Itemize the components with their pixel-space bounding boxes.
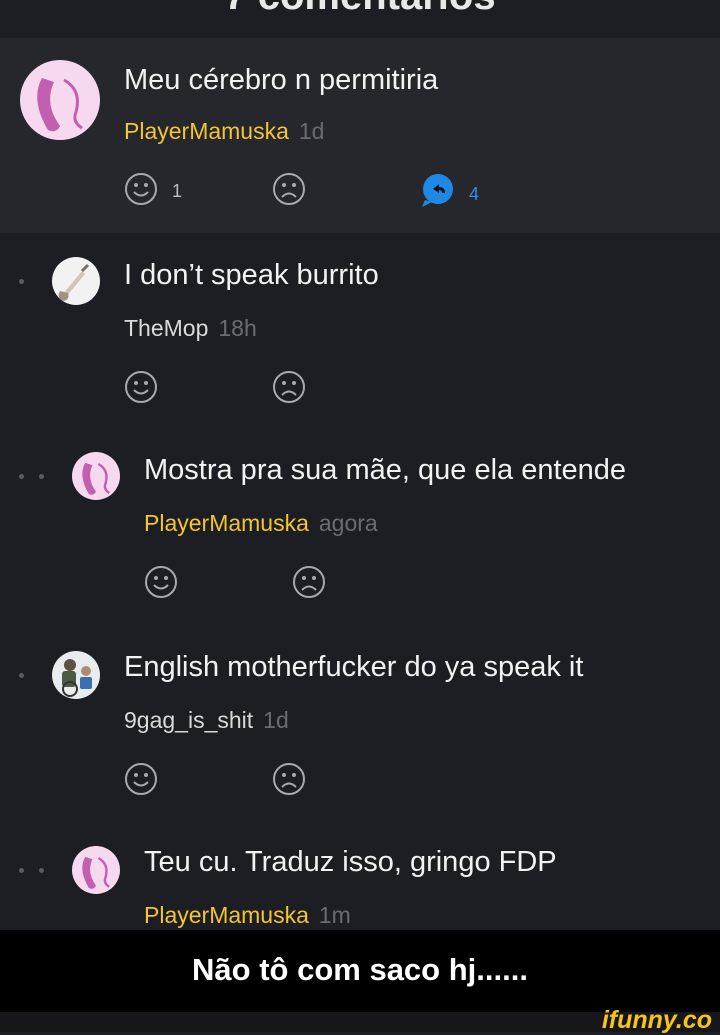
reply-icon[interactable] — [419, 173, 457, 209]
thread-dot — [39, 868, 44, 873]
thread-dot — [19, 474, 24, 479]
smile-icon[interactable] — [124, 762, 158, 796]
comment-author[interactable]: TheMop — [124, 315, 208, 341]
comment-time: 1m — [318, 902, 351, 928]
comment-author[interactable]: PlayerMamuska — [144, 902, 309, 928]
comment-time: 18h — [218, 315, 257, 341]
avatar[interactable] — [72, 452, 120, 500]
comment-meta: 9gag_is_shit 1d — [124, 707, 289, 734]
caption-bar: Não tô com saco hj...... — [0, 930, 720, 1012]
avatar[interactable] — [52, 257, 100, 305]
footer: ifunny.co — [0, 1006, 720, 1034]
avatar[interactable] — [52, 651, 100, 699]
frown-icon[interactable] — [272, 172, 306, 206]
avatar[interactable] — [20, 60, 100, 140]
comments-header: 7 comentarios — [0, 0, 720, 38]
comment-time: agora — [318, 510, 378, 536]
frown-icon[interactable] — [272, 370, 306, 404]
ifunny-watermark: ifunny.co — [601, 1006, 712, 1034]
comment-meta: PlayerMamuska agora — [144, 510, 378, 537]
comment-text: English motherfucker do ya speak it — [124, 651, 584, 683]
comment-text: Mostra pra sua mãe, que ela entende — [144, 454, 627, 486]
comment-meta: PlayerMamuska 1m — [144, 902, 351, 929]
comment-author[interactable]: 9gag_is_shit — [124, 707, 253, 733]
comment: Teu cu. Traduz isso, gringo FDP PlayerMa… — [0, 818, 720, 930]
comment-meta: PlayerMamuska 1d — [124, 118, 324, 145]
thread-dot — [39, 474, 44, 479]
avatar[interactable] — [72, 846, 120, 894]
comment-text: Meu cérebro n permitiria — [124, 64, 439, 96]
comment-text: Teu cu. Traduz isso, gringo FDP — [144, 846, 557, 878]
comment: English motherfucker do ya speak it 9gag… — [0, 623, 720, 818]
comment-time: 1d — [263, 707, 289, 733]
frown-icon[interactable] — [292, 565, 326, 599]
smile-icon[interactable] — [124, 370, 158, 404]
comment-author[interactable]: PlayerMamuska — [124, 118, 289, 144]
comment: Mostra pra sua mãe, que ela entende Play… — [0, 428, 720, 623]
comment-meta: TheMop 18h — [124, 315, 257, 342]
thread-dot — [19, 868, 24, 873]
comment: I don’t speak burrito TheMop 18h — [0, 233, 720, 428]
thread-dot — [19, 279, 24, 284]
comment-author[interactable]: PlayerMamuska — [144, 510, 309, 536]
likes-count: 1 — [172, 181, 183, 201]
comment-text: I don’t speak burrito — [124, 259, 379, 291]
comment: Meu cérebro n permitiria PlayerMamuska 1d… — [0, 38, 720, 233]
thread-dot — [19, 673, 24, 678]
frown-icon[interactable] — [272, 762, 306, 796]
comment-time: 1d — [298, 118, 325, 144]
caption-text: Não tô com saco hj...... — [192, 952, 528, 987]
smile-icon[interactable] — [144, 565, 178, 599]
replies-count: 4 — [469, 184, 480, 204]
smile-icon[interactable] — [124, 172, 158, 206]
comments-count-title: 7 comentarios — [0, 0, 720, 19]
